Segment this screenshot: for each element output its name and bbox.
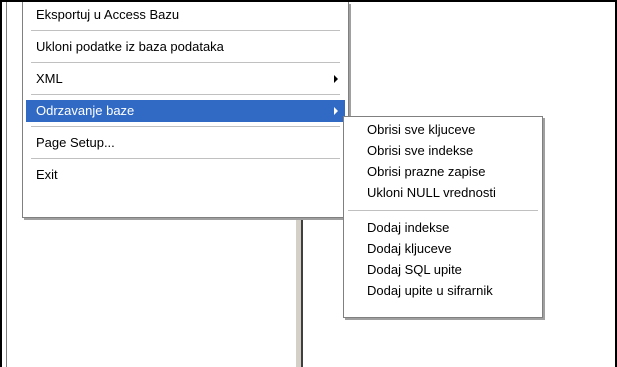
menu-separator: [31, 158, 340, 159]
submenu-arrow-icon: [334, 107, 338, 115]
menu-item-label: Exit: [36, 167, 58, 182]
submenu-item-label: Ukloni NULL vrednosti: [367, 185, 496, 200]
menu-item-label: Ukloni podatke iz baza podataka: [36, 39, 224, 54]
submenu-item-add-sql-queries[interactable]: Dodaj SQL upite: [347, 259, 539, 280]
submenu-item-delete-keys[interactable]: Obrisi sve kljuceve: [347, 119, 539, 140]
menu-item-xml[interactable]: XML: [26, 68, 345, 90]
submenu-item-label: Dodaj indekse: [367, 220, 450, 235]
menu-separator: [31, 94, 340, 95]
menu-item-label: Eksportuj u Access Bazu: [36, 7, 180, 22]
submenu-item-add-indexes[interactable]: Dodaj indekse: [347, 217, 539, 238]
submenu-item-add-queries-to-codebook[interactable]: Dodaj upite u sifrarnik: [347, 280, 539, 301]
menu-item-database-maintenance[interactable]: Odrzavanje baze: [26, 100, 345, 122]
menu-item-export-access[interactable]: Eksportuj u Access Bazu: [26, 4, 345, 26]
submenu-item-label: Dodaj upite u sifrarnik: [367, 283, 493, 298]
menu-separator: [31, 126, 340, 127]
menu-item-label: XML: [36, 71, 63, 86]
menu-separator: [348, 210, 538, 211]
submenu-item-label: Obrisi sve kljuceve: [367, 122, 476, 137]
submenu-item-label: Obrisi prazne zapise: [367, 164, 486, 179]
panel-border: [6, 2, 7, 367]
submenu-item-label: Dodaj SQL upite: [367, 262, 462, 277]
submenu-item-label: Dodaj kljuceve: [367, 241, 452, 256]
submenu-item-remove-null-values[interactable]: Ukloni NULL vrednosti: [347, 182, 539, 203]
menu-item-remove-data[interactable]: Ukloni podatke iz baza podataka: [26, 36, 345, 58]
window-frame-left: [0, 0, 2, 367]
submenu-item-delete-empty-records[interactable]: Obrisi prazne zapise: [347, 161, 539, 182]
submenu-item-add-keys[interactable]: Dodaj kljuceve: [347, 238, 539, 259]
submenu-arrow-icon: [334, 75, 338, 83]
menu-separator: [31, 30, 340, 31]
menu-item-label: Odrzavanje baze: [36, 103, 135, 118]
submenu-item-label: Obrisi sve indekse: [367, 143, 474, 158]
menu-item-label: Page Setup...: [36, 135, 115, 150]
submenu-database-maintenance: Obrisi sve kljuceve Obrisi sve indekse O…: [343, 116, 543, 318]
menu-separator: [31, 62, 340, 63]
submenu-item-delete-indexes[interactable]: Obrisi sve indekse: [347, 140, 539, 161]
context-menu: Eksportuj u Access Bazu Ukloni podatke i…: [22, 2, 349, 218]
menu-item-page-setup[interactable]: Page Setup...: [26, 132, 345, 154]
menu-item-exit[interactable]: Exit: [26, 164, 345, 186]
